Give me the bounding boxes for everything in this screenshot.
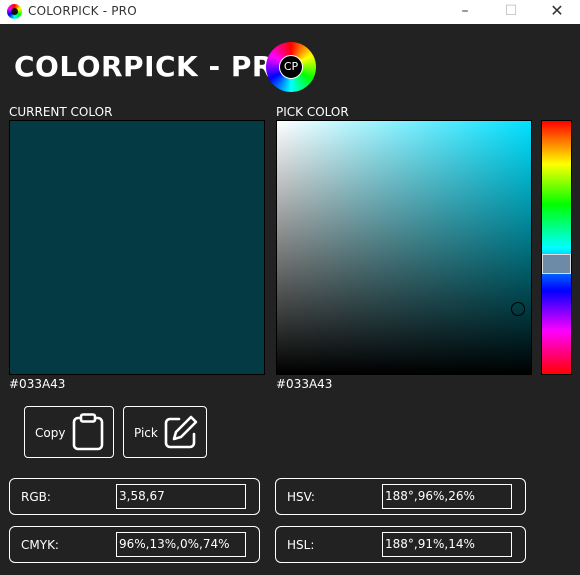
close-button[interactable]: ✕ — [534, 0, 580, 24]
rgb-input[interactable]: 3,58,67 — [116, 484, 246, 509]
pick-color-label: PICK COLOR — [276, 105, 349, 119]
pick-button-label: Pick — [134, 426, 158, 440]
hsv-label: HSV: — [287, 490, 315, 504]
rgb-field-group: RGB: 3,58,67 — [9, 478, 260, 515]
hsv-field-group: HSV: 188°,96%,26% — [275, 478, 526, 515]
hue-slider[interactable] — [541, 120, 572, 375]
edit-pencil-icon — [164, 415, 198, 449]
saturation-value-picker[interactable] — [276, 120, 532, 375]
hsl-label: HSL: — [287, 538, 315, 552]
minimize-button[interactable]: – — [442, 0, 488, 24]
window-title: COLORPICK - PRO — [28, 4, 137, 18]
clipboard-icon — [72, 413, 104, 451]
maximize-button[interactable]: ☐ — [488, 0, 534, 24]
color-wheel-logo-icon: CP — [266, 42, 316, 92]
window-titlebar: COLORPICK - PRO – ☐ ✕ — [0, 0, 580, 24]
rgb-label: RGB: — [21, 490, 51, 504]
hsl-field-group: HSL: 188°,91%,14% — [275, 526, 526, 563]
current-color-swatch — [9, 120, 265, 375]
copy-button-label: Copy — [35, 426, 66, 440]
current-color-label: CURRENT COLOR — [9, 105, 113, 119]
copy-button[interactable]: Copy — [24, 406, 114, 458]
current-color-hex: #033A43 — [9, 377, 66, 391]
hsv-input[interactable]: 188°,96%,26% — [382, 484, 512, 509]
app-color-wheel-icon — [7, 4, 22, 19]
sv-cursor-handle[interactable] — [511, 302, 525, 316]
cmyk-field-group: CMYK: 96%,13%,0%,74% — [9, 526, 260, 563]
cmyk-input[interactable]: 96%,13%,0%,74% — [116, 532, 246, 557]
app-title: COLORPICK - PRO — [14, 50, 299, 83]
logo-text: CP — [279, 55, 303, 79]
hsl-input[interactable]: 188°,91%,14% — [382, 532, 512, 557]
pick-button[interactable]: Pick — [123, 406, 207, 458]
hue-slider-thumb[interactable] — [542, 254, 571, 274]
cmyk-label: CMYK: — [21, 538, 59, 552]
pick-color-hex: #033A43 — [276, 377, 333, 391]
sv-black-gradient — [277, 121, 531, 374]
